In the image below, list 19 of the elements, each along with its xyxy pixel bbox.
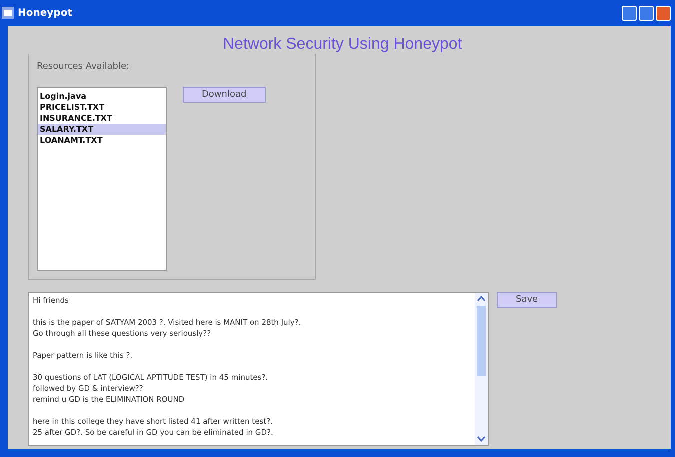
resources-label: Resources Available: bbox=[37, 62, 131, 72]
window-title: Honeypot bbox=[18, 8, 72, 18]
scrollbar[interactable] bbox=[475, 293, 488, 445]
save-button[interactable]: Save bbox=[497, 292, 558, 308]
file-item[interactable]: LOANAMT.TXT bbox=[38, 135, 166, 146]
scroll-up-icon[interactable] bbox=[477, 296, 486, 302]
scroll-down-icon[interactable] bbox=[477, 436, 486, 442]
file-item[interactable]: INSURANCE.TXT bbox=[38, 113, 166, 124]
download-button[interactable]: Download bbox=[183, 87, 266, 103]
file-item[interactable]: Login.java bbox=[38, 91, 166, 102]
file-list[interactable]: Login.java PRICELIST.TXT INSURANCE.TXT SALARY.TXT LOANAMT.TXT bbox=[37, 87, 167, 271]
maximize-button[interactable] bbox=[639, 6, 654, 20]
close-button[interactable] bbox=[656, 6, 671, 20]
app-icon bbox=[2, 7, 14, 19]
text-area[interactable] bbox=[28, 292, 489, 446]
file-item[interactable]: SALARY.TXT bbox=[38, 124, 166, 135]
minimize-button[interactable] bbox=[622, 6, 637, 20]
page-heading: Network Security Using Honeypot bbox=[223, 36, 462, 54]
file-item[interactable]: PRICELIST.TXT bbox=[38, 102, 166, 113]
